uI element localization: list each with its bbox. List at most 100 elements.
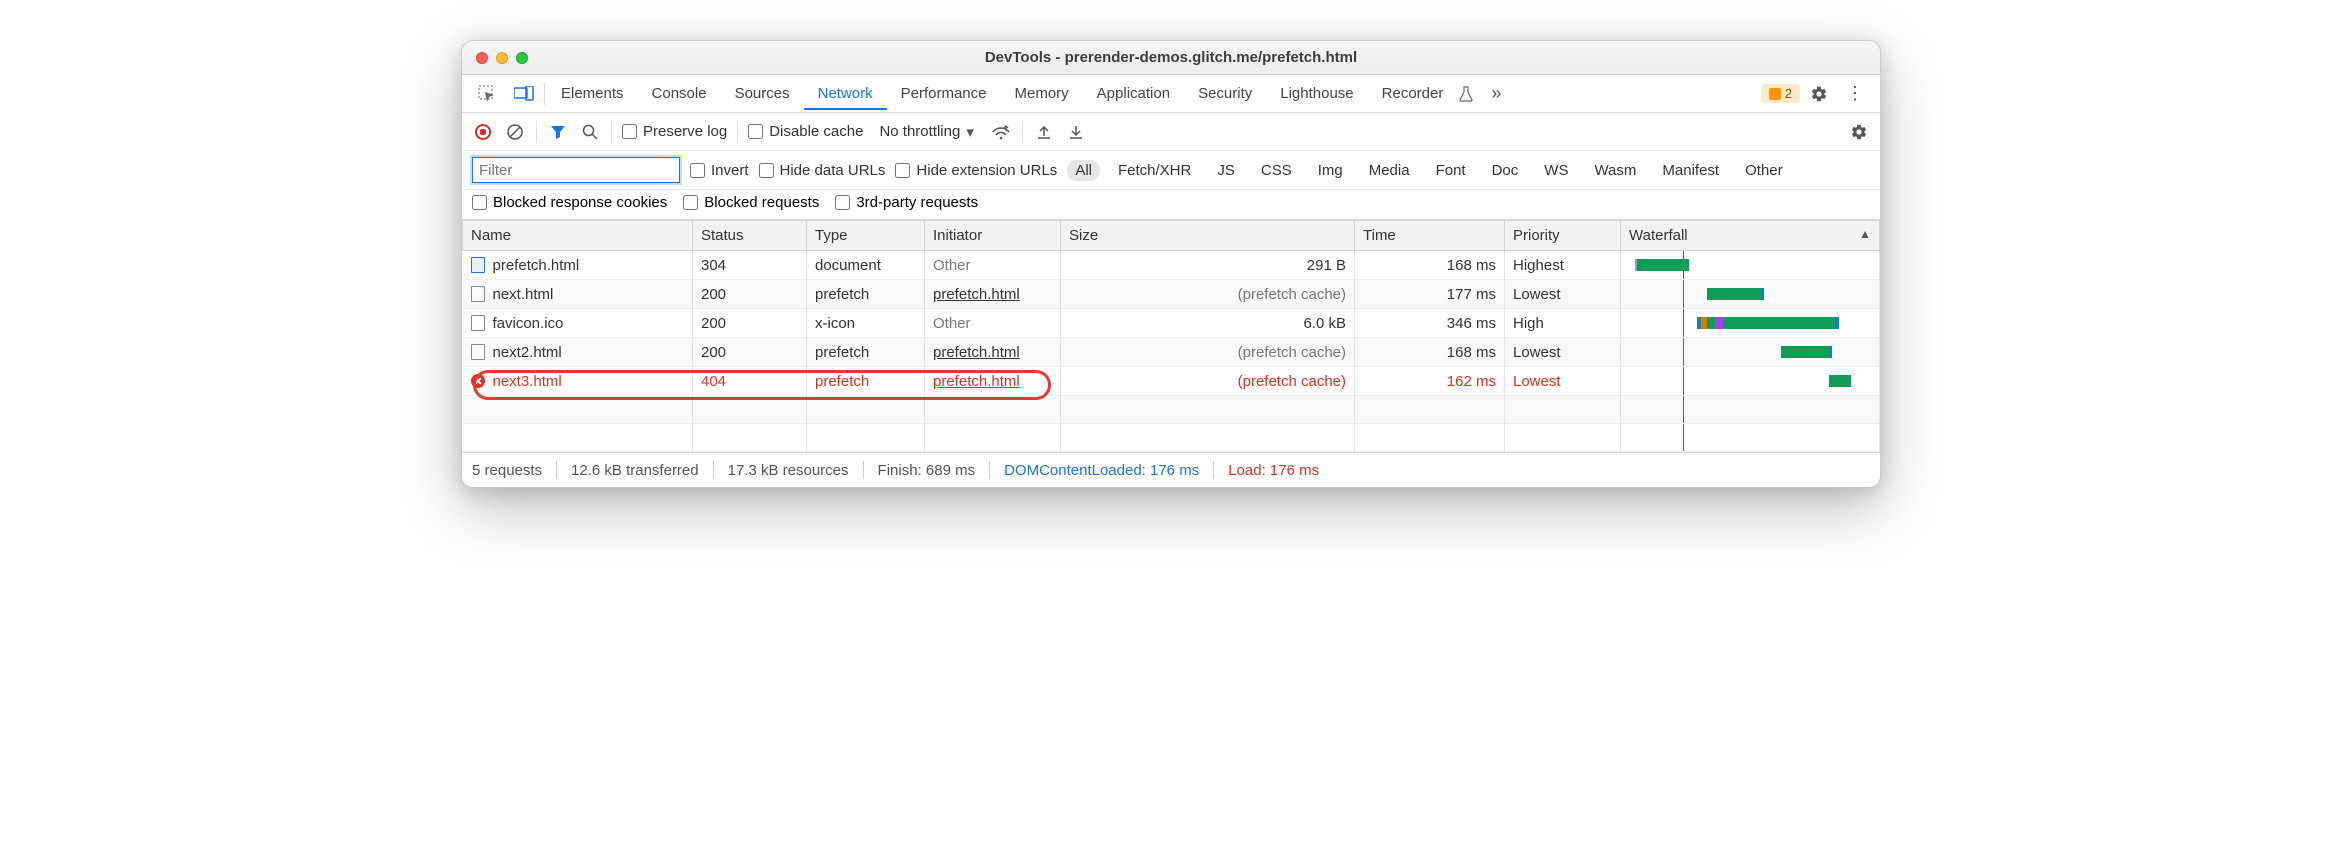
request-name: favicon.ico [493,315,564,332]
filter-bar-2: Blocked response cookies Blocked request… [462,190,1880,220]
type-filter-img[interactable]: Img [1310,160,1351,181]
status-load: Load: 176 ms [1228,462,1319,479]
tab-network[interactable]: Network [804,77,887,110]
tab-memory[interactable]: Memory [1001,77,1083,110]
waterfall-bar [1781,346,1831,358]
type-filter-css[interactable]: CSS [1253,160,1300,181]
table-row[interactable]: favicon.ico200x-iconOther6.0 kB346 msHig… [463,309,1880,338]
col-size[interactable]: Size [1061,221,1355,251]
cell-initiator[interactable]: prefetch.html [925,280,1061,309]
cell-time: 162 ms [1355,367,1505,396]
tab-application[interactable]: Application [1083,77,1184,110]
tab-lighthouse[interactable]: Lighthouse [1266,77,1367,110]
cell-waterfall [1621,367,1880,396]
col-waterfall[interactable]: Waterfall▲ [1621,221,1880,251]
tab-recorder[interactable]: Recorder [1368,77,1458,110]
cell-size: (prefetch cache) [1061,367,1355,396]
request-name: prefetch.html [493,257,580,274]
cell-initiator[interactable]: prefetch.html [925,367,1061,396]
type-filter-media[interactable]: Media [1361,160,1418,181]
col-name[interactable]: Name [463,221,693,251]
cell-initiator: Other [925,251,1061,280]
blocked-cookies-checkbox[interactable]: Blocked response cookies [472,194,667,211]
type-filter-wasm[interactable]: Wasm [1586,160,1644,181]
table-row[interactable]: next3.html404prefetchprefetch.html(prefe… [463,367,1880,396]
gear-icon[interactable] [1802,79,1836,109]
waterfall-segment [1697,317,1700,329]
search-icon[interactable] [579,121,601,143]
type-filter-font[interactable]: Font [1428,160,1474,181]
cell-type: prefetch [807,280,925,309]
waterfall-segment [1829,346,1832,358]
cell-initiator[interactable]: prefetch.html [925,338,1061,367]
throttling-select[interactable]: No throttling ▾ [873,121,979,143]
network-settings-icon[interactable] [1848,121,1870,143]
download-har-icon[interactable] [1065,121,1087,143]
table-row[interactable]: next.html200prefetchprefetch.html(prefet… [463,280,1880,309]
col-priority[interactable]: Priority [1505,221,1621,251]
tab-performance[interactable]: Performance [887,77,1001,110]
network-toolbar: Preserve log Disable cache No throttling… [462,113,1880,151]
flask-icon [1451,80,1481,108]
hide-ext-urls-checkbox[interactable]: Hide extension URLs [895,162,1057,179]
preserve-log-checkbox[interactable]: Preserve log [622,123,727,140]
cell-type: document [807,251,925,280]
invert-checkbox[interactable]: Invert [690,162,749,179]
error-icon [471,374,485,388]
record-icon[interactable] [472,121,494,143]
cell-time: 346 ms [1355,309,1505,338]
type-filter-js[interactable]: JS [1209,160,1243,181]
filter-icon[interactable] [547,121,569,143]
col-status[interactable]: Status [693,221,807,251]
throttling-value: No throttling [879,123,960,140]
cell-waterfall [1621,338,1880,367]
disable-cache-checkbox[interactable]: Disable cache [748,123,863,140]
devtools-window: DevTools - prerender-demos.glitch.me/pre… [461,40,1881,488]
col-time[interactable]: Time [1355,221,1505,251]
waterfall-segment [1707,317,1715,329]
cell-size: 291 B [1061,251,1355,280]
network-conditions-icon[interactable] [990,121,1012,143]
tab-sources[interactable]: Sources [721,77,804,110]
type-filter-doc[interactable]: Doc [1484,160,1527,181]
clear-icon[interactable] [504,121,526,143]
tab-elements[interactable]: Elements [547,77,638,110]
table-row[interactable]: prefetch.html304documentOther291 B168 ms… [463,251,1880,280]
type-filter-all[interactable]: All [1067,160,1100,181]
third-party-label: 3rd-party requests [856,194,978,211]
col-type[interactable]: Type [807,221,925,251]
col-initiator[interactable]: Initiator [925,221,1061,251]
more-tabs-icon[interactable]: » [1483,77,1509,110]
cell-size: 6.0 kB [1061,309,1355,338]
third-party-checkbox[interactable]: 3rd-party requests [835,194,978,211]
status-dcl: DOMContentLoaded: 176 ms [1004,462,1199,479]
cell-type: prefetch [807,338,925,367]
divider [611,121,612,143]
tab-security[interactable]: Security [1184,77,1266,110]
type-filter-ws[interactable]: WS [1536,160,1576,181]
cell-waterfall [1621,309,1880,338]
type-filter-manifest[interactable]: Manifest [1654,160,1727,181]
type-filter-fetch-xhr[interactable]: Fetch/XHR [1110,160,1199,181]
titlebar: DevTools - prerender-demos.glitch.me/pre… [462,41,1880,75]
issues-badge[interactable]: 2 [1761,84,1800,103]
waterfall-segment [1715,317,1723,329]
blocked-requests-checkbox[interactable]: Blocked requests [683,194,819,211]
upload-har-icon[interactable] [1033,121,1055,143]
table-row-empty [463,424,1880,452]
divider [737,121,738,143]
chevron-down-icon: ▾ [966,123,974,141]
hide-data-urls-checkbox[interactable]: Hide data URLs [759,162,886,179]
type-filter-other[interactable]: Other [1737,160,1791,181]
sort-asc-icon: ▲ [1859,227,1871,241]
status-transferred: 12.6 kB transferred [571,462,699,479]
table-row-empty [463,396,1880,424]
device-toolbar-icon[interactable] [506,80,542,108]
inspect-icon[interactable] [470,79,504,109]
tab-console[interactable]: Console [638,77,721,110]
file-icon [471,315,485,331]
kebab-icon[interactable]: ⋮ [1838,83,1872,104]
filter-input[interactable] [472,157,680,183]
cell-priority: Lowest [1505,338,1621,367]
table-row[interactable]: next2.html200prefetchprefetch.html(prefe… [463,338,1880,367]
